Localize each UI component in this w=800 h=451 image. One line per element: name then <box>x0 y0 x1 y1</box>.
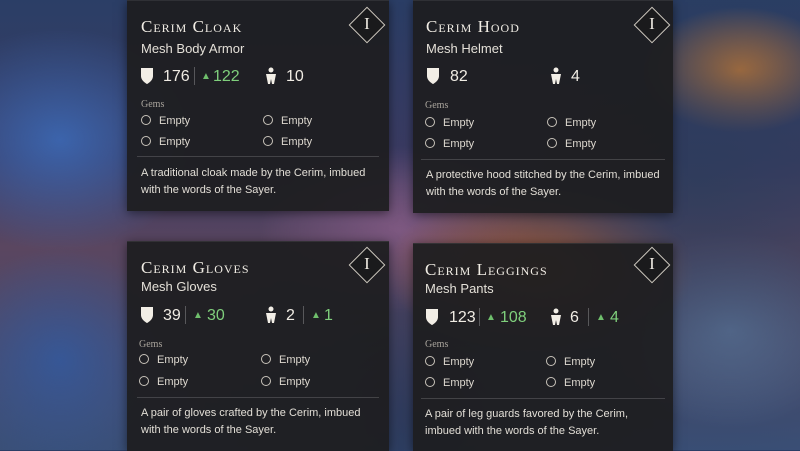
item-subtitle: Mesh Helmet <box>426 41 503 56</box>
armor-bonus: 108 <box>500 309 527 326</box>
tier-badge: I <box>633 6 671 44</box>
empty-gem-slot-icon <box>263 115 273 125</box>
weight-value: 4 <box>571 68 580 85</box>
empty-gem-slot-icon <box>547 138 557 148</box>
gem-slot[interactable]: Empty <box>425 138 474 150</box>
item-description: A pair of leg guards favored by the Ceri… <box>425 408 628 437</box>
gem-slot[interactable]: Empty <box>261 376 310 388</box>
stat-divider <box>194 67 195 85</box>
armor-bonus: 30 <box>207 307 225 324</box>
upgrade-arrow-icon: ▲ <box>201 71 211 82</box>
empty-gem-slot-icon <box>425 356 435 366</box>
item-subtitle: Mesh Pants <box>425 281 494 296</box>
armor-value: 82 <box>450 68 468 85</box>
armor-value: 176 <box>163 68 190 85</box>
empty-gem-slot-icon <box>263 136 273 146</box>
game-background <box>0 0 800 450</box>
gem-slot[interactable]: Empty <box>425 377 474 389</box>
item-description: A pair of gloves crafted by the Cerim, i… <box>141 407 361 436</box>
section-divider <box>137 156 379 157</box>
gem-slot[interactable]: Empty <box>425 117 474 129</box>
weight-figure-icon <box>551 67 561 84</box>
shield-icon <box>141 307 153 323</box>
empty-gem-slot-icon <box>261 376 271 386</box>
empty-gem-slot-icon <box>425 117 435 127</box>
item-title: Cerim Gloves <box>141 258 250 277</box>
gem-slot[interactable]: Empty <box>546 356 595 368</box>
section-divider <box>137 397 379 398</box>
gem-slot[interactable]: Empty <box>139 376 188 388</box>
stat-divider <box>303 306 304 324</box>
upgrade-arrow-icon: ▲ <box>193 310 203 321</box>
shield-icon <box>427 68 439 84</box>
empty-gem-slot-icon <box>141 115 151 125</box>
weight-figure-icon <box>551 308 561 325</box>
section-divider <box>421 159 665 160</box>
gems-label: Gems <box>139 339 163 350</box>
item-card-cerim-leggings[interactable]: Cerim Leggings Mesh Pants I 123 ▲ 108 6 … <box>413 243 673 451</box>
tier-badge: I <box>633 246 671 284</box>
item-description: A protective hood stitched by the Cerim,… <box>426 169 660 198</box>
gem-slot[interactable]: Empty <box>139 354 188 366</box>
empty-gem-slot-icon <box>141 136 151 146</box>
item-subtitle: Mesh Body Armor <box>141 41 245 56</box>
stat-divider <box>479 308 480 326</box>
item-card-cerim-cloak[interactable]: Cerim Cloak Mesh Body Armor I 176 ▲ 122 … <box>127 0 389 211</box>
shield-icon <box>141 68 153 84</box>
gems-label: Gems <box>425 339 449 350</box>
weight-figure-icon <box>266 306 276 323</box>
empty-gem-slot-icon <box>546 356 556 366</box>
tier-badge: I <box>348 246 386 284</box>
gem-slot[interactable]: Empty <box>141 136 190 148</box>
empty-gem-slot-icon <box>139 376 149 386</box>
gems-label: Gems <box>141 99 165 110</box>
gem-slot[interactable]: Empty <box>263 136 312 148</box>
item-card-cerim-gloves[interactable]: Cerim Gloves Mesh Gloves I 39 ▲ 30 2 ▲ 1… <box>127 241 389 451</box>
weight-value: 2 <box>286 307 295 324</box>
weight-bonus: 4 <box>610 309 619 326</box>
weight-figure-icon <box>266 67 276 84</box>
upgrade-arrow-icon: ▲ <box>596 312 606 323</box>
section-divider <box>421 398 665 399</box>
gem-slot[interactable]: Empty <box>547 117 596 129</box>
gem-slot[interactable]: Empty <box>263 115 312 127</box>
weight-value: 6 <box>570 309 579 326</box>
empty-gem-slot-icon <box>546 377 556 387</box>
item-description: A traditional cloak made by the Cerim, i… <box>141 167 366 196</box>
empty-gem-slot-icon <box>425 138 435 148</box>
armor-value: 123 <box>449 309 476 326</box>
gem-slot[interactable]: Empty <box>261 354 310 366</box>
stat-divider <box>588 308 589 326</box>
stat-divider <box>185 306 186 324</box>
armor-value: 39 <box>163 307 181 324</box>
empty-gem-slot-icon <box>425 377 435 387</box>
shield-icon <box>426 309 438 325</box>
gems-label: Gems <box>425 100 449 111</box>
weight-bonus: 1 <box>324 307 333 324</box>
gem-slot[interactable]: Empty <box>547 138 596 150</box>
armor-bonus: 122 <box>213 68 240 85</box>
empty-gem-slot-icon <box>261 354 271 364</box>
item-title: Cerim Cloak <box>141 17 243 36</box>
gem-slot[interactable]: Empty <box>546 377 595 389</box>
empty-gem-slot-icon <box>139 354 149 364</box>
weight-value: 10 <box>286 68 304 85</box>
upgrade-arrow-icon: ▲ <box>311 310 321 321</box>
item-title: Cerim Hood <box>426 17 520 36</box>
gem-slot[interactable]: Empty <box>141 115 190 127</box>
item-subtitle: Mesh Gloves <box>141 279 217 294</box>
item-card-cerim-hood[interactable]: Cerim Hood Mesh Helmet I 82 4 Gems Empty… <box>413 0 673 213</box>
gem-slot[interactable]: Empty <box>425 356 474 368</box>
upgrade-arrow-icon: ▲ <box>486 312 496 323</box>
tier-badge: I <box>348 6 386 44</box>
item-title: Cerim Leggings <box>425 260 548 279</box>
empty-gem-slot-icon <box>547 117 557 127</box>
